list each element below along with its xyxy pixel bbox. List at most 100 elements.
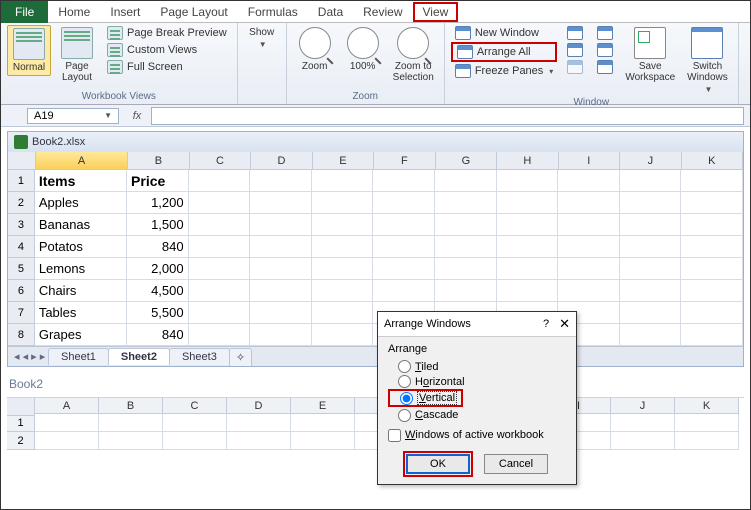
cell[interactable]: [35, 432, 99, 450]
cell[interactable]: [189, 302, 251, 324]
cell[interactable]: [189, 214, 251, 236]
cell[interactable]: [227, 432, 291, 450]
cell[interactable]: 4,500: [127, 280, 189, 302]
cell[interactable]: [312, 192, 374, 214]
col-header[interactable]: F: [374, 152, 435, 170]
cell[interactable]: 5,500: [127, 302, 189, 324]
cell[interactable]: [250, 170, 312, 192]
cell[interactable]: [163, 432, 227, 450]
sheet-tab-2[interactable]: Sheet2: [108, 348, 170, 365]
cell[interactable]: [620, 236, 682, 258]
freeze-panes-button[interactable]: Freeze Panes▾: [451, 63, 558, 79]
cell[interactable]: Price: [127, 170, 189, 192]
cell[interactable]: [250, 324, 312, 346]
split-button[interactable]: [563, 25, 587, 41]
cell[interactable]: [435, 258, 497, 280]
cell[interactable]: [497, 258, 559, 280]
cell[interactable]: 2,000: [127, 258, 189, 280]
sheet-tab-3[interactable]: Sheet3: [169, 348, 230, 365]
col-header[interactable]: K: [675, 398, 739, 414]
col-header[interactable]: H: [497, 152, 558, 170]
cell[interactable]: 840: [127, 236, 189, 258]
cell[interactable]: [250, 302, 312, 324]
cell[interactable]: [435, 170, 497, 192]
cell[interactable]: [312, 280, 374, 302]
tab-review[interactable]: Review: [353, 2, 412, 22]
col-header[interactable]: I: [559, 152, 620, 170]
cell[interactable]: [675, 414, 739, 432]
cell[interactable]: [99, 414, 163, 432]
zoom-selection-button[interactable]: Zoom to Selection: [389, 25, 438, 85]
col-header[interactable]: C: [190, 152, 251, 170]
col-header[interactable]: J: [620, 152, 681, 170]
custom-views-button[interactable]: Custom Views: [103, 42, 231, 58]
cell[interactable]: [558, 192, 620, 214]
cell[interactable]: Grapes: [35, 324, 127, 346]
help-icon[interactable]: ?: [543, 318, 549, 330]
cell[interactable]: [681, 302, 743, 324]
grid-2[interactable]: ABCDEFGHIJK 12: [7, 398, 744, 450]
zoom-button[interactable]: Zoom: [293, 25, 337, 74]
cell[interactable]: [373, 192, 435, 214]
grid[interactable]: ABCDEFGHIJK 1ItemsPrice2Apples1,2003Bana…: [8, 152, 743, 346]
close-icon[interactable]: ✕: [559, 316, 570, 332]
cell[interactable]: [373, 258, 435, 280]
cell[interactable]: [681, 236, 743, 258]
cell[interactable]: [435, 192, 497, 214]
cell[interactable]: [163, 414, 227, 432]
cell[interactable]: [681, 192, 743, 214]
cell[interactable]: Chairs: [35, 280, 127, 302]
select-all-corner[interactable]: [8, 152, 36, 170]
cell[interactable]: 1,200: [127, 192, 189, 214]
cell[interactable]: Tables: [35, 302, 127, 324]
row-header[interactable]: 1: [7, 414, 35, 432]
row-header[interactable]: 2: [7, 432, 35, 450]
col-header[interactable]: G: [436, 152, 497, 170]
reset-pos-button[interactable]: [593, 59, 617, 75]
full-screen-button[interactable]: Full Screen: [103, 59, 231, 75]
cell[interactable]: [497, 214, 559, 236]
ok-button[interactable]: OK: [406, 454, 470, 474]
cell[interactable]: [675, 432, 739, 450]
tab-insert[interactable]: Insert: [100, 2, 150, 22]
cell[interactable]: Bananas: [35, 214, 127, 236]
show-button[interactable]: Show▼: [244, 25, 280, 51]
arrange-all-button[interactable]: Arrange All: [451, 42, 558, 62]
cell[interactable]: [620, 258, 682, 280]
file-tab[interactable]: File: [1, 1, 48, 23]
radio-vertical[interactable]: Vertical: [388, 389, 463, 407]
cell[interactable]: [620, 214, 682, 236]
cell[interactable]: [291, 414, 355, 432]
cell[interactable]: [558, 280, 620, 302]
cell[interactable]: [558, 258, 620, 280]
radio-cascade[interactable]: Cascade: [388, 408, 566, 423]
col-header[interactable]: K: [682, 152, 743, 170]
cell[interactable]: [558, 236, 620, 258]
unhide-button[interactable]: [563, 59, 587, 75]
cell[interactable]: [312, 236, 374, 258]
row-header[interactable]: 8: [8, 324, 35, 346]
cell[interactable]: [227, 414, 291, 432]
cell[interactable]: [373, 236, 435, 258]
cell[interactable]: [312, 302, 374, 324]
cell[interactable]: [558, 170, 620, 192]
cell[interactable]: [681, 170, 743, 192]
zoom-100-button[interactable]: 100%: [341, 25, 385, 74]
col-header[interactable]: D: [251, 152, 312, 170]
col-header[interactable]: C: [163, 398, 227, 414]
page-break-preview-button[interactable]: Page Break Preview: [103, 25, 231, 41]
cell[interactable]: Items: [35, 170, 127, 192]
cancel-button[interactable]: Cancel: [484, 454, 548, 474]
col-header[interactable]: J: [611, 398, 675, 414]
cell[interactable]: [312, 258, 374, 280]
row-header[interactable]: 4: [8, 236, 35, 258]
cell[interactable]: 1,500: [127, 214, 189, 236]
switch-windows-button[interactable]: Switch Windows▼: [683, 25, 732, 96]
dialog-titlebar[interactable]: Arrange Windows ? ✕: [378, 312, 576, 337]
row-header[interactable]: 2: [8, 192, 35, 214]
cell[interactable]: [435, 236, 497, 258]
row-header[interactable]: 3: [8, 214, 35, 236]
tab-view[interactable]: View: [413, 2, 459, 22]
cell[interactable]: [620, 280, 682, 302]
cell[interactable]: [189, 280, 251, 302]
